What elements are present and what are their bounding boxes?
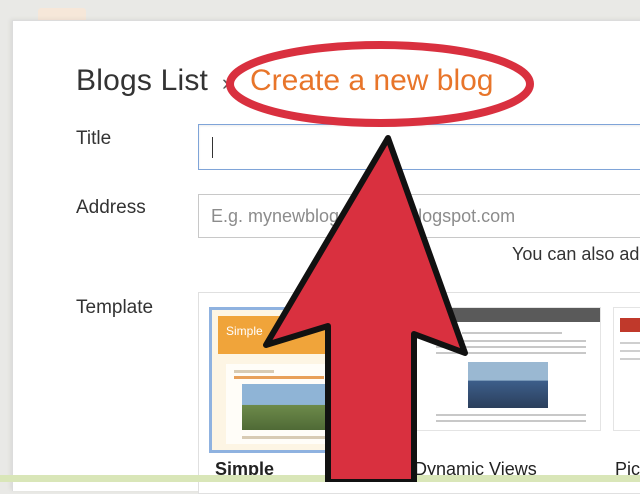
template-picker: Simple Simple Dynamic Views Pic bbox=[198, 292, 640, 494]
title-label: Title bbox=[76, 128, 112, 149]
simple-thumb-photo bbox=[242, 384, 326, 430]
breadcrumb-separator: › bbox=[222, 70, 230, 95]
picture-thumb-bar bbox=[620, 318, 640, 332]
picture-thumb-line bbox=[620, 358, 640, 360]
template-thumb-dynamic-views[interactable] bbox=[415, 307, 601, 431]
dynamic-thumb-line bbox=[436, 414, 586, 416]
simple-thumb-sidebar bbox=[332, 384, 340, 430]
picture-thumb-line bbox=[620, 350, 640, 352]
text-caret bbox=[212, 137, 213, 158]
simple-thumb-line bbox=[234, 370, 274, 373]
dynamic-thumb-line bbox=[436, 346, 586, 348]
template-label: Template bbox=[76, 297, 154, 318]
dynamic-thumb-line bbox=[462, 332, 562, 334]
address-placeholder: E.g. mynewblogaddress.blogspot.com bbox=[211, 206, 516, 226]
breadcrumb-blogs-list[interactable]: Blogs List bbox=[76, 64, 208, 98]
address-input[interactable]: E.g. mynewblogaddress.blogspot.com bbox=[198, 194, 640, 238]
dynamic-thumb-bar bbox=[416, 308, 600, 322]
page-title: Create a new blog bbox=[250, 64, 494, 97]
dynamic-thumb-line bbox=[436, 420, 586, 422]
dynamic-thumb-line bbox=[436, 340, 586, 342]
template-thumb-picture[interactable] bbox=[613, 307, 640, 431]
dynamic-thumb-photo bbox=[468, 362, 548, 408]
bottom-strip bbox=[0, 475, 640, 482]
simple-thumb-title: Simple bbox=[226, 324, 263, 338]
address-hint: You can also ad bbox=[512, 244, 640, 264]
address-label: Address bbox=[76, 197, 146, 218]
title-input[interactable] bbox=[198, 124, 640, 170]
template-thumb-simple[interactable]: Simple bbox=[209, 307, 407, 453]
dynamic-thumb-line bbox=[436, 352, 586, 354]
picture-thumb-line bbox=[620, 342, 640, 344]
simple-thumb-line bbox=[234, 376, 324, 379]
simple-thumb-line bbox=[242, 436, 326, 439]
